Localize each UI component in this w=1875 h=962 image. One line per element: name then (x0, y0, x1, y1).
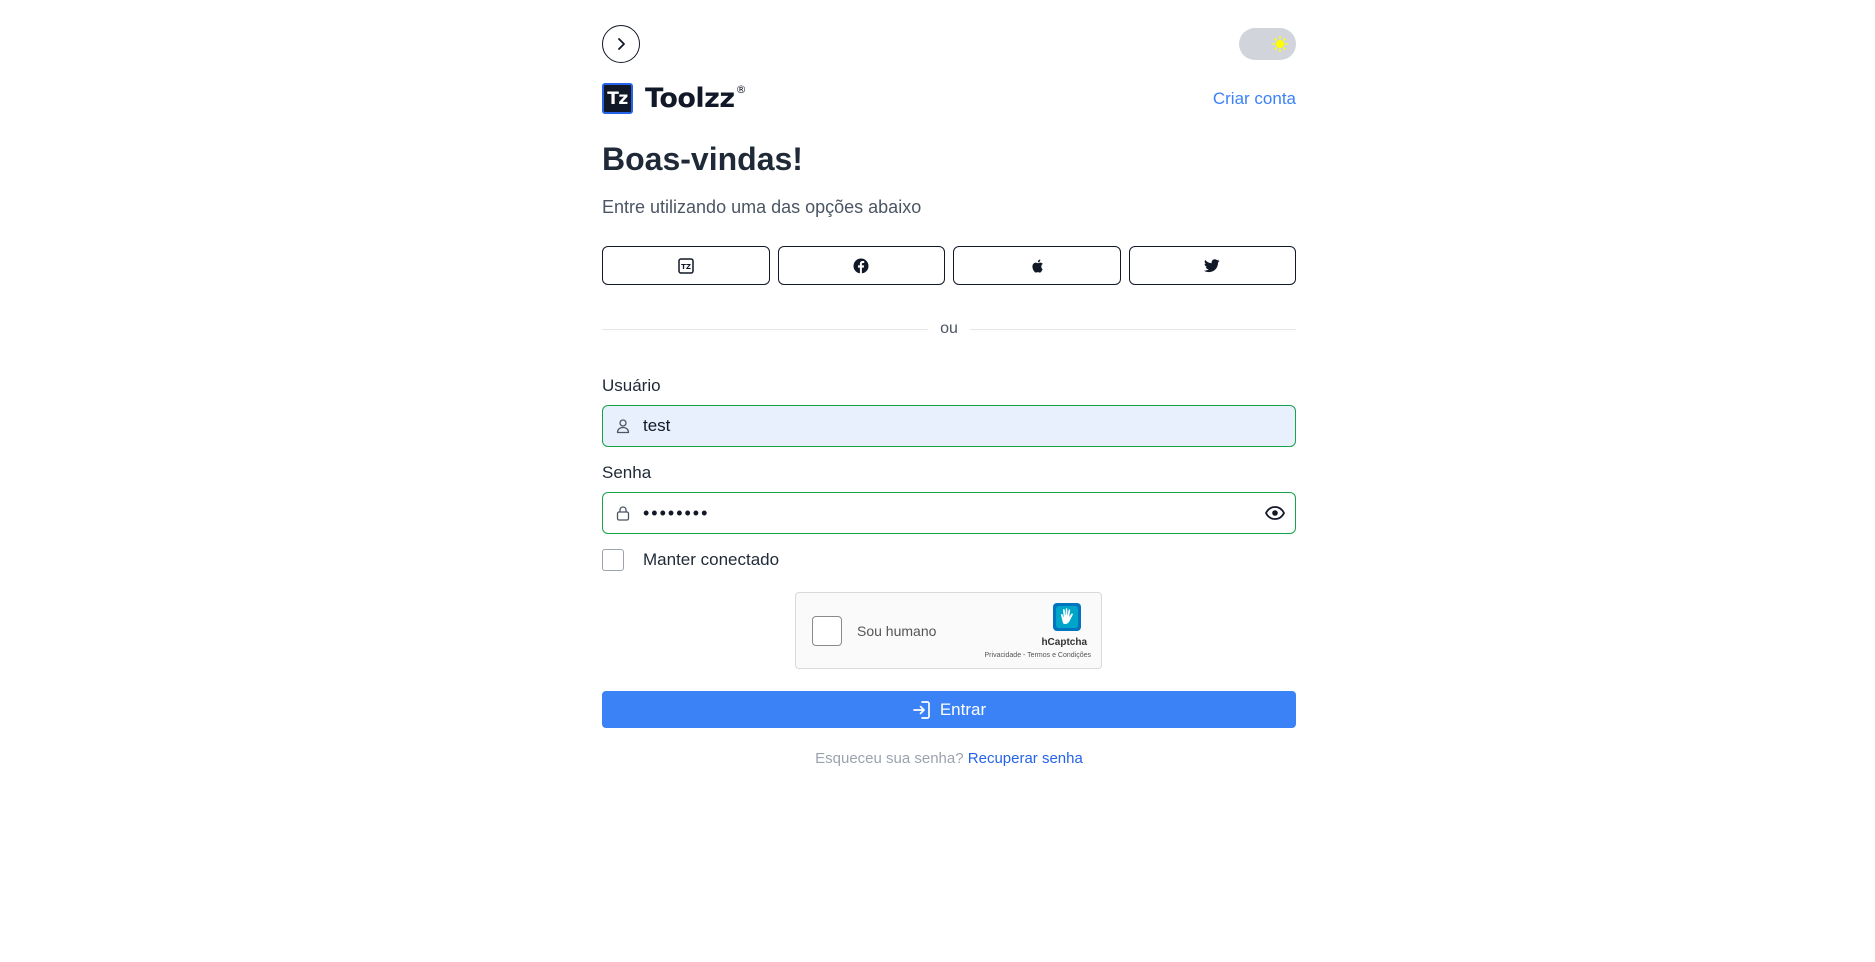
username-label: Usuário (602, 376, 661, 395)
user-icon (603, 418, 643, 434)
twitter-login-button[interactable] (1128, 246, 1296, 285)
show-password-button[interactable] (1255, 506, 1295, 520)
login-button[interactable]: Entrar (602, 691, 1296, 728)
hcaptcha-widget: Sou humano hCaptcha Privacidade - Termos… (795, 592, 1102, 669)
password-input[interactable] (643, 493, 1255, 533)
login-button-label: Entrar (939, 699, 987, 719)
password-field (602, 492, 1296, 534)
apple-login-button[interactable] (953, 246, 1121, 285)
toolzz-logo: Tz (602, 83, 633, 114)
registered-mark: ® (735, 83, 747, 96)
remember-me-checkbox[interactable] (602, 549, 624, 571)
login-icon (912, 700, 930, 719)
social-login-row: TZ (602, 246, 1296, 285)
create-account-link[interactable]: Criar conta (1213, 89, 1296, 109)
toolzz-icon: TZ (678, 257, 694, 274)
username-field (602, 405, 1296, 447)
or-divider: ou (602, 320, 1297, 338)
captcha-links[interactable]: Privacidade - Termos e Condições (985, 652, 1091, 659)
theme-toggle[interactable] (1239, 28, 1296, 60)
password-label: Senha (602, 463, 652, 482)
forgot-password: Esqueceu sua senha? Recuperar senha (602, 750, 1296, 767)
apple-icon (1032, 259, 1044, 273)
facebook-login-button[interactable] (777, 246, 945, 285)
brand-name: Toolzz® (645, 83, 747, 114)
remember-me-label: Manter conectado (643, 550, 780, 569)
sun-icon (1272, 36, 1288, 52)
brand-name-text: Toolzz (645, 83, 735, 114)
captcha-label: Sou humano (857, 623, 937, 639)
forgot-password-question: Esqueceu sua senha? (815, 750, 964, 767)
eye-icon (1265, 506, 1285, 520)
twitter-icon (1204, 258, 1220, 272)
page-subtitle: Entre utilizando uma das opções abaixo (602, 197, 922, 217)
divider-line-right (969, 328, 1297, 330)
svg-text:TZ: TZ (681, 263, 691, 271)
recover-password-link[interactable]: Recuperar senha (968, 750, 1083, 767)
brand: Tz Toolzz® (602, 83, 747, 114)
divider-text: ou (940, 320, 958, 337)
expand-button[interactable] (602, 25, 640, 63)
hcaptcha-logo-icon (1053, 603, 1081, 631)
username-input[interactable] (643, 406, 1295, 446)
remember-me[interactable]: Manter conectado (602, 549, 779, 571)
lock-icon (603, 505, 643, 521)
page-title: Boas-vindas! (602, 141, 803, 177)
divider-line-left (602, 328, 929, 330)
login-page: Tz Toolzz® Criar conta Boas-vindas! Entr… (0, 0, 1875, 962)
toolzz-login-button[interactable]: TZ (602, 246, 770, 285)
captcha-checkbox[interactable] (812, 616, 842, 646)
chevron-right-icon (618, 38, 625, 50)
captcha-brand: hCaptcha (1041, 637, 1087, 648)
facebook-icon (853, 258, 869, 273)
